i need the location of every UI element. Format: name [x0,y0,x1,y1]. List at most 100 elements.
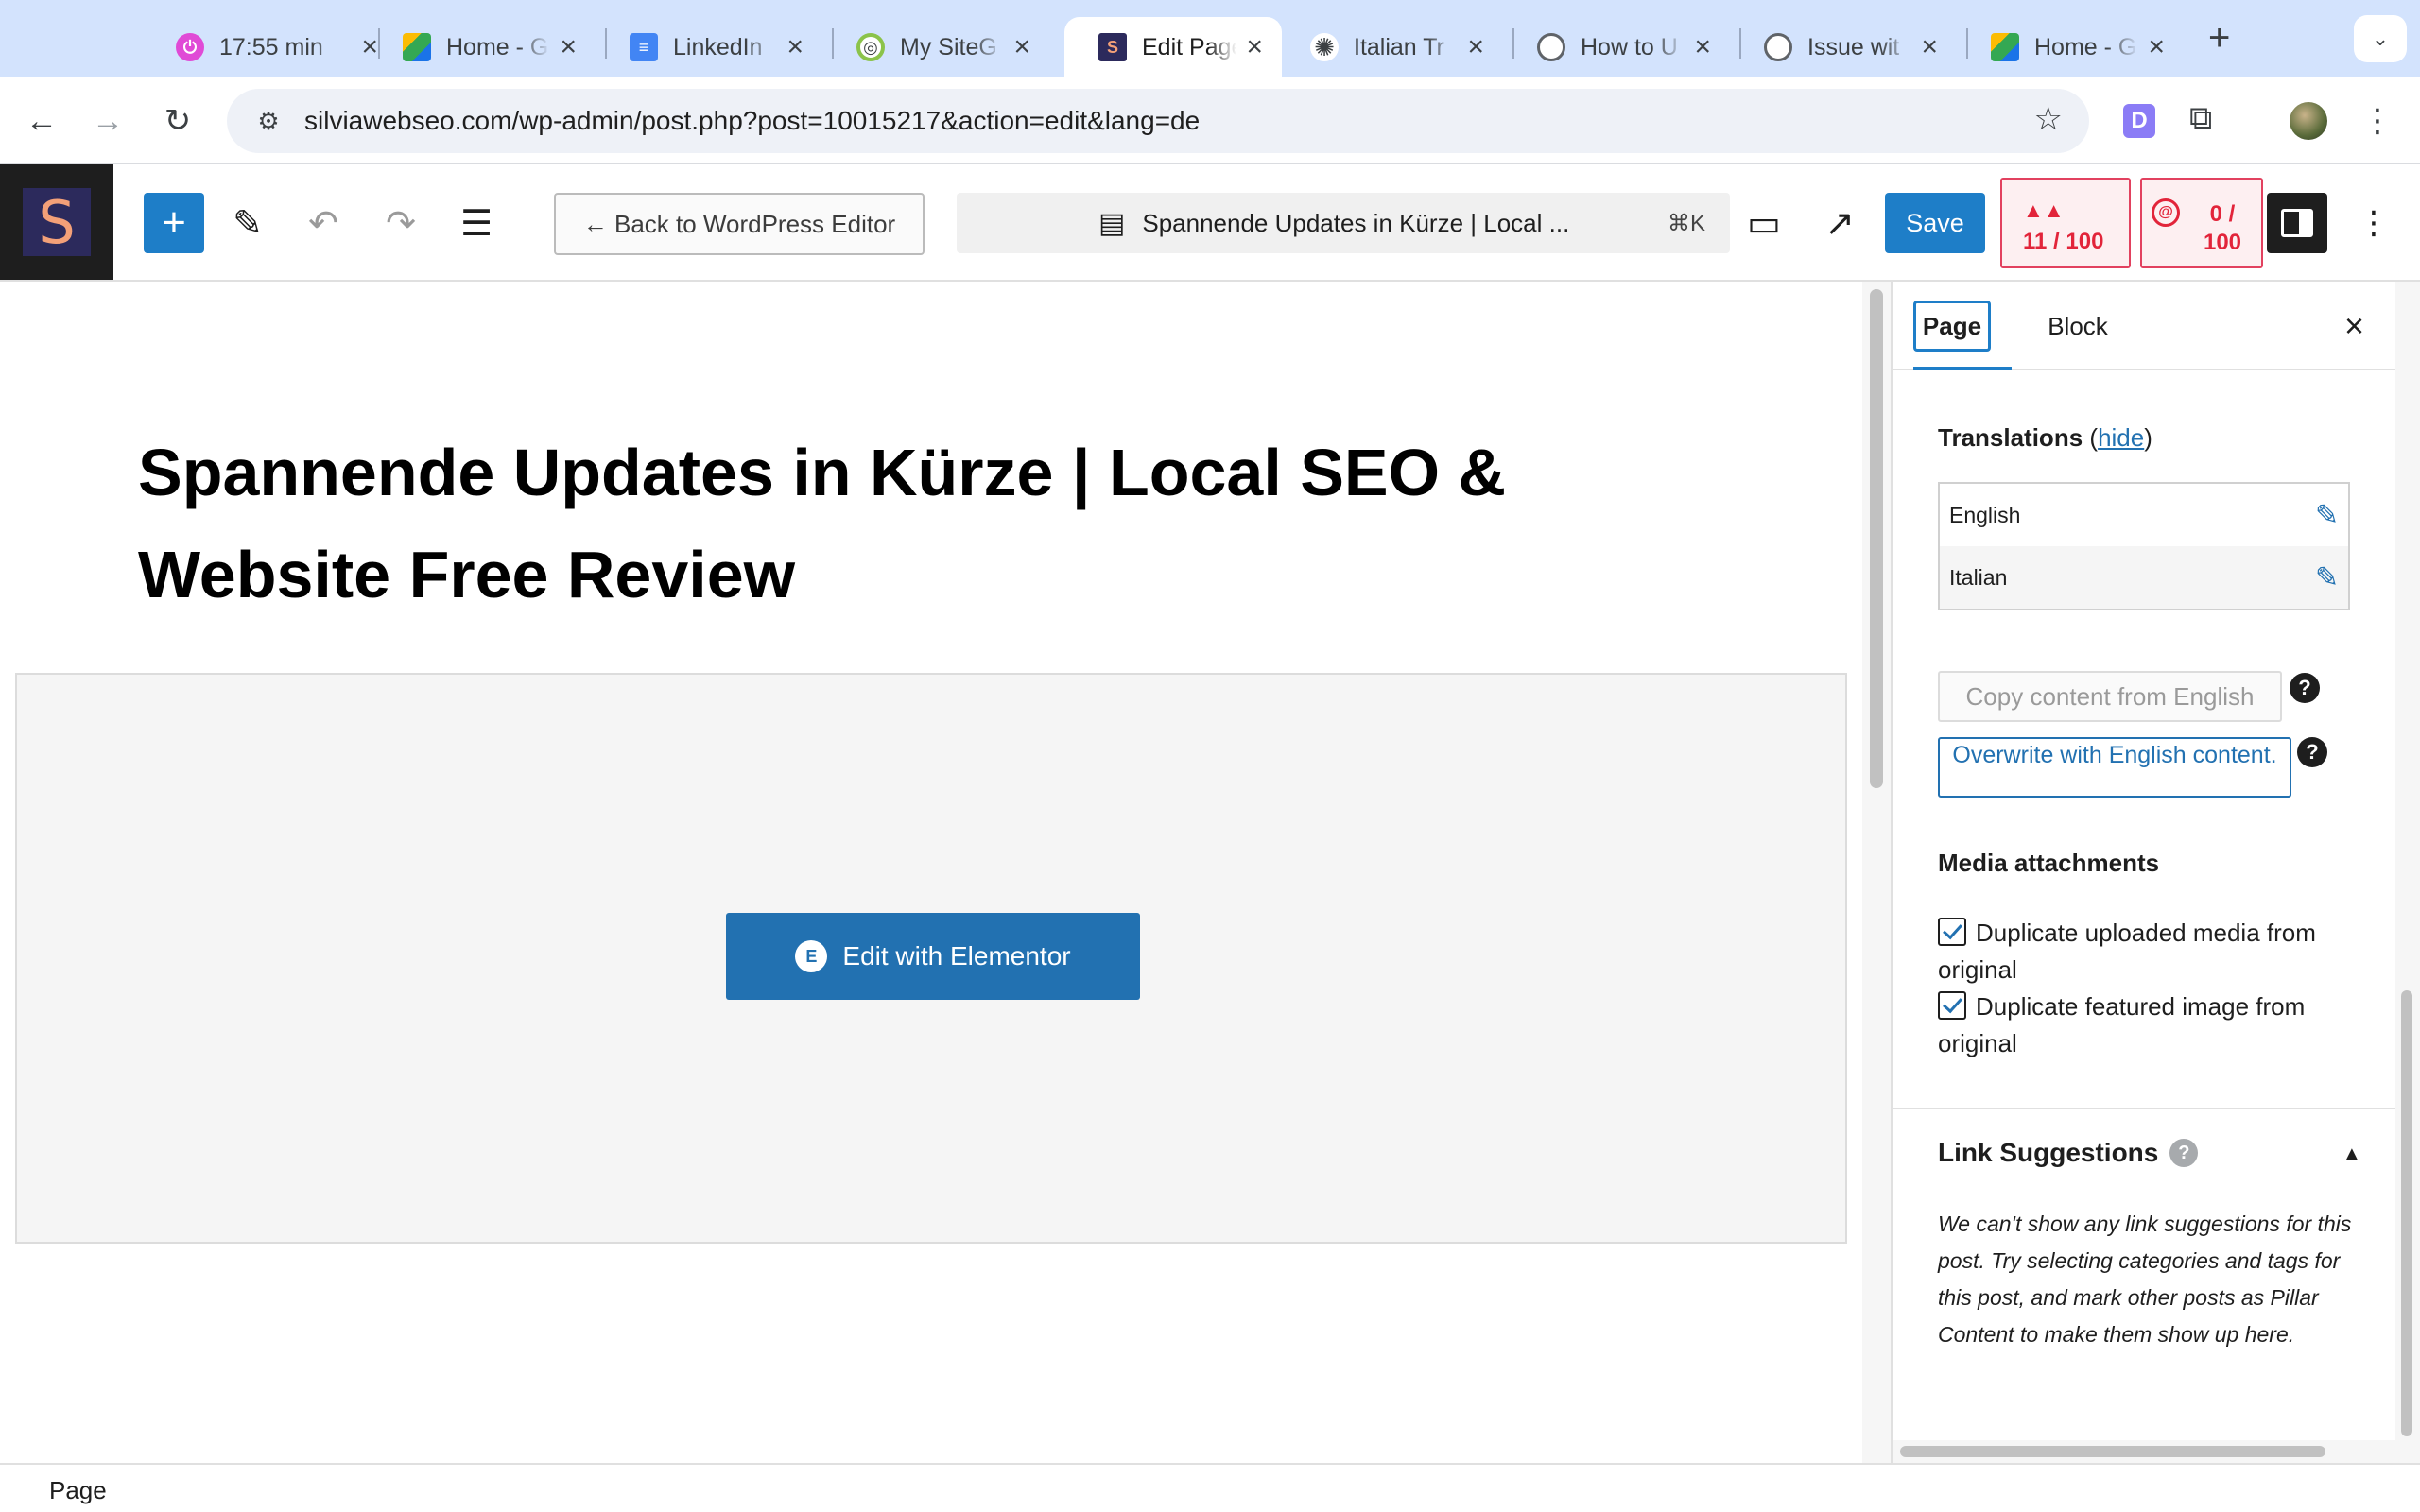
canvas-scrollbar-thumb[interactable] [1870,289,1883,788]
address-bar[interactable]: ⚙ silviawebseo.com/wp-admin/post.php?pos… [227,89,2089,153]
site-logo-letter: S [23,188,91,257]
link-suggestions-message: We can't show any link suggestions for t… [1938,1211,2352,1347]
url-text[interactable]: silviawebseo.com/wp-admin/post.php?post=… [304,106,1200,136]
translation-language: English [1949,502,2021,527]
site-s-icon: S [1098,33,1127,61]
link-suggestions-heading[interactable]: Link Suggestions ? [1938,1138,2199,1168]
close-tab-icon[interactable]: × [786,33,804,61]
translation-row[interactable]: English ✎ [1940,484,2348,546]
google-drive-icon [403,33,431,61]
extension-d-icon[interactable]: D [2123,104,2155,138]
browser-tab[interactable]: How to U × [1503,17,1730,77]
profile-avatar[interactable] [2290,102,2327,140]
block-breadcrumb-bar: Page [0,1463,2420,1512]
view-page-external-icon[interactable]: ↗ [1811,193,1868,253]
post-title[interactable]: Spannende Updates in Kürze | Local SEO &… [138,421,1556,626]
bookmark-star-icon[interactable]: ☆ [2034,100,2063,138]
sitecheck-icon: ◎ [856,33,885,61]
save-button[interactable]: Save [1885,193,1985,253]
undo-icon[interactable]: ↶ [295,193,352,253]
close-tab-icon[interactable]: × [1467,33,1484,61]
browser-tab[interactable]: ≡ LinkedIn × [596,17,822,77]
edit-pencil-icon[interactable]: ✎ [2315,499,2339,532]
edit-with-elementor-button[interactable]: E Edit with Elementor [726,913,1140,1000]
browser-menu-icon[interactable]: ⋮ [2361,98,2394,144]
duplicate-media-option[interactable]: Duplicate uploaded media from original [1938,915,2354,988]
page-document-icon: ▤ [1098,207,1126,239]
duplicate-featured-checkbox[interactable] [1938,991,1966,1020]
copy-content-button[interactable]: Copy content from English [1938,671,2282,722]
section-divider [1893,1108,2395,1109]
canvas-scrollbar[interactable] [1862,282,1891,1463]
readability-score-badge[interactable]: @ 0 / 100 [2140,178,2263,268]
elementor-icon: E [795,940,828,972]
new-tab-plus-icon[interactable]: + [2208,19,2230,57]
seo-score-value: 11 / 100 [2023,229,2104,254]
browser-tab-active[interactable]: S Edit Page × [1064,17,1282,77]
collapse-arrow-icon[interactable]: ▲ [2342,1138,2361,1170]
site-info-icon[interactable]: ⚙ [248,100,289,142]
browser-tab[interactable]: ✺ Italian Tr × [1276,17,1503,77]
translations-label: Translations [1938,423,2083,452]
close-tab-icon[interactable]: × [1921,33,1938,61]
options-menu-icon[interactable]: ⋮ [2358,193,2390,253]
help-icon[interactable]: ? [2297,737,2327,767]
close-tab-icon[interactable]: × [1246,33,1263,61]
translations-heading: Translations (hide) [1938,423,2152,453]
tab-title: How to U [1581,33,1678,60]
tab-search-chevron-icon[interactable]: ⌄ [2354,15,2407,62]
sidebar-panel-icon [2281,209,2313,237]
reload-icon[interactable]: ↻ [155,98,200,144]
translation-language: Italian [1949,564,2008,590]
breadcrumb-page[interactable]: Page [49,1476,107,1505]
sidebar-horizontal-scrollbar-thumb[interactable] [1900,1446,2325,1457]
elementor-placeholder: E Edit with Elementor [15,673,1847,1244]
close-icon[interactable]: × [2344,302,2364,350]
editor-canvas: Spannende Updates in Kürze | Local SEO &… [0,282,1862,1463]
forward-arrow-icon[interactable]: → [85,98,130,144]
edit-pencil-icon[interactable]: ✎ [2315,561,2339,594]
close-tab-icon[interactable]: × [1694,33,1711,61]
browser-tab[interactable]: Home - G × [1957,17,2184,77]
duplicate-featured-option[interactable]: Duplicate featured image from original [1938,988,2354,1062]
close-tab-icon[interactable]: × [2148,33,2165,61]
preview-device-icon[interactable]: ▭ [1736,193,1792,253]
back-to-wordpress-editor-button[interactable]: ← Back to WordPress Editor [554,193,925,255]
browser-tab[interactable]: Home - G × [369,17,596,77]
browser-tab[interactable]: Issue wit × [1730,17,1957,77]
sidebar-horizontal-scrollbar[interactable] [1893,1440,2395,1463]
edit-with-elementor-label: Edit with Elementor [842,941,1071,971]
seo-score-badge[interactable]: ▲▲ 11 / 100 [2000,178,2131,268]
paren-close: ) [2144,423,2152,452]
hide-translations-link[interactable]: hide [2098,423,2144,452]
edit-pencil-icon[interactable]: ✎ [219,193,276,253]
browser-tab[interactable]: ◎ My SiteG × [822,17,1049,77]
redo-icon[interactable]: ↷ [372,193,429,253]
back-arrow-icon[interactable]: ← [19,98,64,144]
tab-page[interactable]: Page [1913,301,1991,352]
tab-block[interactable]: Block [2032,301,2123,352]
question-mark-icon[interactable]: ? [2169,1139,2199,1167]
browser-toolbar: ← → ↻ ⚙ silviawebseo.com/wp-admin/post.p… [0,77,2420,164]
browser-tab[interactable]: ⏻ 17:55 min × [142,17,397,77]
document-title-bar[interactable]: ▤ Spannende Updates in Kürze | Local ...… [957,193,1730,253]
site-logo-button[interactable]: S [0,164,113,280]
duplicate-featured-label: Duplicate featured image from original [1938,992,2306,1057]
paren-open: ( [2089,423,2099,452]
close-tab-icon[interactable]: × [560,33,577,61]
translation-row[interactable]: Italian ✎ [1940,546,2348,609]
openai-icon: ✺ [1310,33,1339,61]
extensions-puzzle-icon[interactable]: ⧉ [2189,100,2212,137]
duplicate-media-checkbox[interactable] [1938,918,1966,946]
tab-title: Home - G [2034,33,2137,60]
add-block-button[interactable]: + [144,193,204,253]
overwrite-content-button[interactable]: Overwrite with English content. [1938,737,2291,798]
close-tab-icon[interactable]: × [1013,33,1030,61]
sidebar-scrollbar-thumb[interactable] [2401,990,2412,1436]
settings-sidebar-toggle-button[interactable] [2267,193,2327,253]
tab-title: Issue wit [1807,33,1900,60]
document-overview-icon[interactable]: ☰ [448,193,505,253]
sidebar-scrollbar[interactable] [2395,282,2420,1463]
timer-icon: ⏻ [176,33,204,61]
help-icon[interactable]: ? [2290,673,2320,703]
